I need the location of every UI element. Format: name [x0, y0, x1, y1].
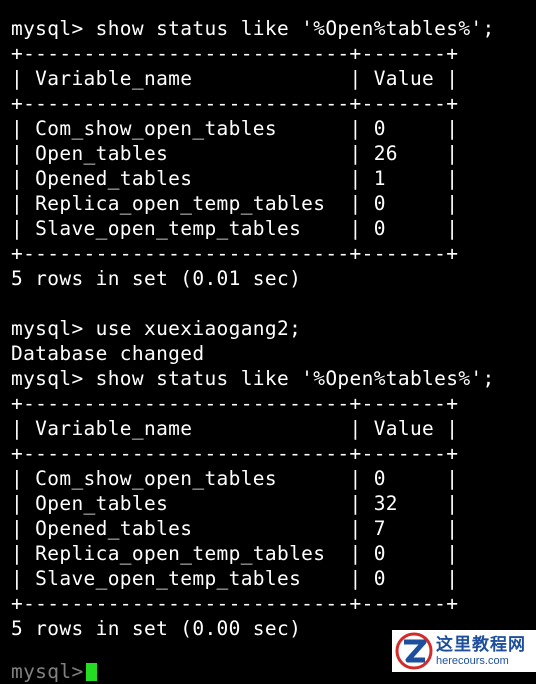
table-row: | Opened_tables | 1 | [11, 167, 459, 190]
terminal-line: mysql> use xuexiaogang2; [11, 317, 302, 340]
table-row: | Open_tables | 32 | [11, 492, 459, 515]
z-logo-icon [395, 632, 433, 670]
table-row: | Replica_open_temp_tables | 0 | [11, 542, 459, 565]
table-row: | Replica_open_temp_tables | 0 | [11, 192, 459, 215]
table-row: | Com_show_open_tables | 0 | [11, 117, 459, 140]
watermark-domain: herecours.com [436, 654, 509, 667]
terminal-window[interactable]: mysql> show status like '%Open%tables%';… [0, 0, 536, 683]
table-border: +---------------------------+-------+ [11, 42, 459, 65]
table-row: | Slave_open_temp_tables | 0 | [11, 567, 459, 590]
table-border: +---------------------------+-------+ [11, 242, 459, 265]
terminal-line: Database changed [11, 342, 205, 365]
terminal-line: mysql> show status like '%Open%tables%'; [11, 17, 495, 40]
result-summary: 5 rows in set (0.00 sec) [11, 617, 302, 640]
table-header: | Variable_name | Value | [11, 417, 459, 440]
watermark-title: 这里教程网 [436, 634, 526, 655]
table-row: | Com_show_open_tables | 0 | [11, 467, 459, 490]
table-border: +---------------------------+-------+ [11, 442, 459, 465]
table-border: +---------------------------+-------+ [11, 392, 459, 415]
result-summary: 5 rows in set (0.01 sec) [11, 267, 302, 290]
terminal-line: mysql> show status like '%Open%tables%'; [11, 367, 495, 390]
table-border: +---------------------------+-------+ [11, 92, 459, 115]
table-row: | Open_tables | 26 | [11, 142, 459, 165]
table-border: +---------------------------+-------+ [11, 592, 459, 615]
table-row: | Opened_tables | 7 | [11, 517, 459, 540]
table-header: | Variable_name | Value | [11, 67, 459, 90]
site-watermark: 这里教程网 herecours.com [392, 630, 536, 672]
table-row: | Slave_open_temp_tables | 0 | [11, 217, 459, 240]
